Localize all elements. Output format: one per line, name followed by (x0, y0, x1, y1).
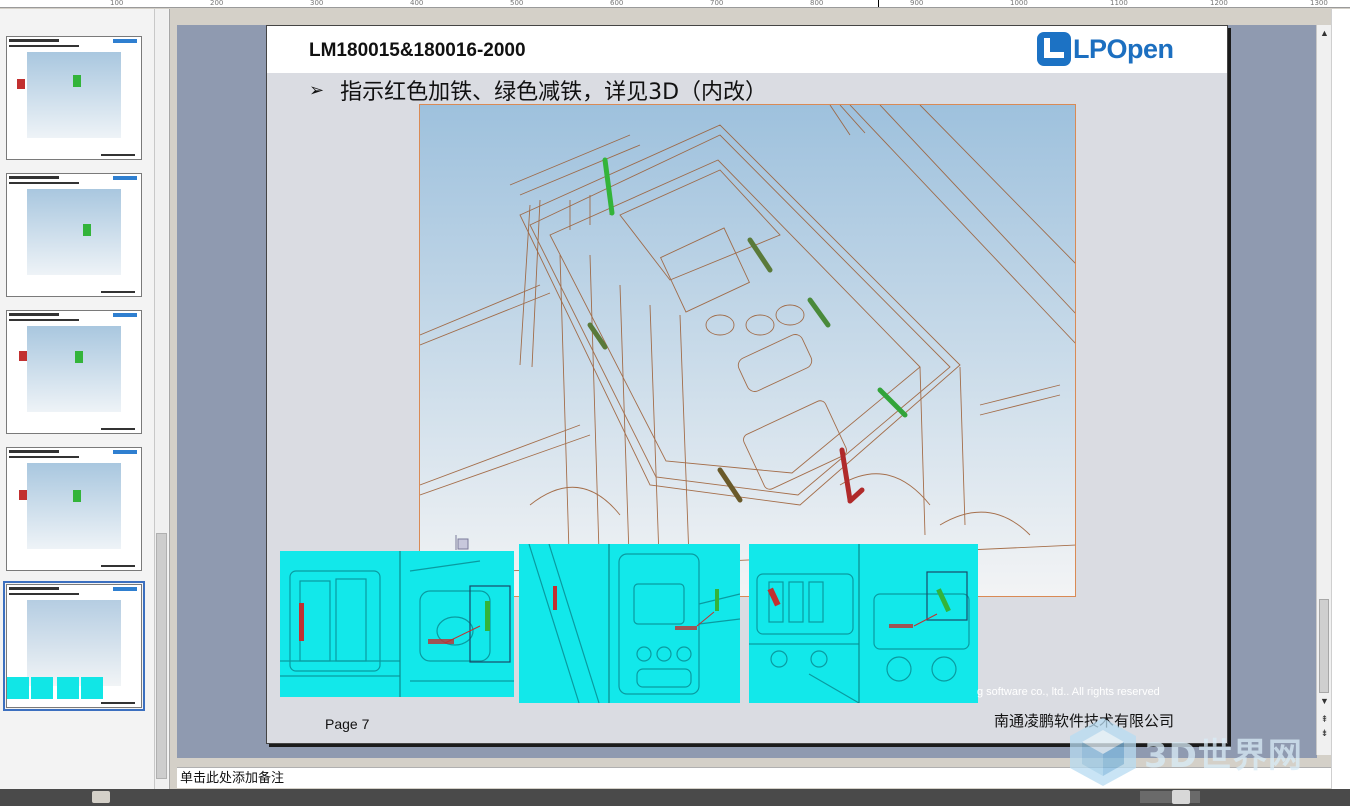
ruler-tick: 100 (110, 0, 124, 7)
thumb-logo (113, 587, 137, 591)
wireframe-render (420, 105, 1075, 596)
thumb-cyan-image (81, 677, 103, 699)
thumb-green-mark (75, 351, 83, 363)
ruler-tick: 200 (210, 0, 224, 7)
logo-text: LPOpen (1073, 33, 1174, 64)
detail-image-2[interactable] (519, 544, 740, 703)
status-control[interactable] (92, 791, 110, 803)
thumb-cyan-image (57, 677, 79, 699)
thumb-image (27, 189, 121, 275)
bullet-text-box[interactable]: ➢ 指示红色加铁、绿色减铁，详见3D（内改） (309, 74, 767, 106)
zoom-slider-handle[interactable] (1172, 790, 1190, 804)
thumb-bullet-line (9, 182, 79, 184)
slide-thumbnail-3[interactable] (6, 310, 142, 434)
page-number: Page 7 (325, 716, 370, 732)
thumb-logo (113, 450, 137, 454)
slide-thumbnail-panel (0, 9, 170, 789)
slide-thumbnail-5[interactable] (3, 581, 145, 711)
thumb-logo (113, 39, 137, 43)
bullet-text: 指示红色加铁、绿色减铁，详见3D（内改） (340, 80, 768, 105)
ruler-tick: 300 (310, 0, 324, 7)
detail-render-2 (519, 544, 740, 703)
ruler-tick: 800 (810, 0, 824, 7)
copyright-text: g software co., ltd.. All rights reserve… (977, 686, 1160, 698)
horizontal-ruler: 100 200 300 400 500 600 700 800 900 1000… (0, 0, 1350, 8)
thumb-green-mark (73, 490, 81, 502)
status-bar (0, 789, 1350, 806)
thumb-bullet-line (9, 593, 79, 595)
ruler-tick: 900 (910, 0, 924, 7)
previous-slide-icon[interactable]: ⇞ (1318, 713, 1331, 726)
thumb-title-bar (9, 39, 59, 42)
logo-icon (1037, 32, 1071, 66)
thumb-image (27, 326, 121, 412)
detail-image-3[interactable] (749, 544, 978, 703)
ruler-tick: 600 (610, 0, 624, 7)
right-edge-panel (1331, 9, 1350, 789)
zoom-track[interactable] (1140, 791, 1200, 803)
watermark-text: 3D世界网 (1144, 735, 1303, 776)
thumb-title-bar (9, 176, 59, 179)
thumb-red-mark (19, 351, 27, 361)
thumb-image (27, 463, 121, 549)
slide-thumbnail-2[interactable] (6, 173, 142, 297)
cube-logo-icon (1070, 718, 1136, 786)
thumb-red-mark (17, 79, 25, 89)
thumb-title-bar (9, 313, 59, 316)
thumb-cyan-image (31, 677, 53, 699)
slide-vertical-scrollbar[interactable]: ▲ ▼ ⇞ ⇟ (1316, 25, 1331, 755)
thumb-red-mark (19, 490, 27, 500)
detail-image-1[interactable] (280, 551, 514, 697)
slide-title[interactable]: LM180015&180016-2000 (309, 40, 526, 62)
thumb-logo (113, 313, 137, 317)
ruler-tick: 700 (710, 0, 724, 7)
scroll-down-icon[interactable]: ▼ (1318, 695, 1331, 708)
detail-render-3 (749, 544, 978, 703)
ruler-tick: 1200 (1210, 0, 1228, 7)
thumb-green-mark (73, 75, 81, 87)
thumb-image (27, 600, 121, 686)
ruler-tick: 1000 (1010, 0, 1028, 7)
thumbnail-scroll-handle[interactable] (156, 533, 167, 779)
bullet-arrow-icon: ➢ (309, 79, 325, 101)
ruler-cursor-marker (878, 0, 879, 7)
thumb-footer (101, 702, 135, 704)
ruler-tick: 1300 (1310, 0, 1328, 7)
thumb-footer (101, 154, 135, 156)
detail-render-1 (280, 551, 514, 697)
slide-thumbnail-1[interactable] (6, 36, 142, 160)
thumb-footer (101, 565, 135, 567)
next-slide-icon[interactable]: ⇟ (1318, 727, 1331, 740)
slide-thumbnail-4[interactable] (6, 447, 142, 571)
thumb-green-mark (83, 224, 91, 236)
scroll-up-icon[interactable]: ▲ (1318, 27, 1331, 40)
thumb-image (27, 52, 121, 138)
site-watermark: 3D世界网 (1068, 716, 1303, 788)
thumbnail-scrollbar[interactable] (154, 9, 168, 789)
ruler-tick: 500 (510, 0, 524, 7)
thumb-footer (101, 428, 135, 430)
main-3d-wireframe-image[interactable] (419, 104, 1076, 597)
thumb-logo (113, 176, 137, 180)
ruler-tick: 1100 (1110, 0, 1128, 7)
ruler-tick: 400 (410, 0, 424, 7)
slide-canvas[interactable]: LM180015&180016-2000 LPOpen ➢ 指示红色加铁、绿色减… (266, 25, 1228, 744)
thumb-bullet-line (9, 456, 79, 458)
thumb-title-bar (9, 587, 59, 590)
thumb-cyan-image (7, 677, 29, 699)
thumb-bullet-line (9, 319, 79, 321)
thumb-footer (101, 291, 135, 293)
thumb-bullet-line (9, 45, 79, 47)
slide-scroll-handle[interactable] (1319, 599, 1329, 693)
thumb-title-bar (9, 450, 59, 453)
company-logo: LPOpen (1037, 32, 1174, 66)
